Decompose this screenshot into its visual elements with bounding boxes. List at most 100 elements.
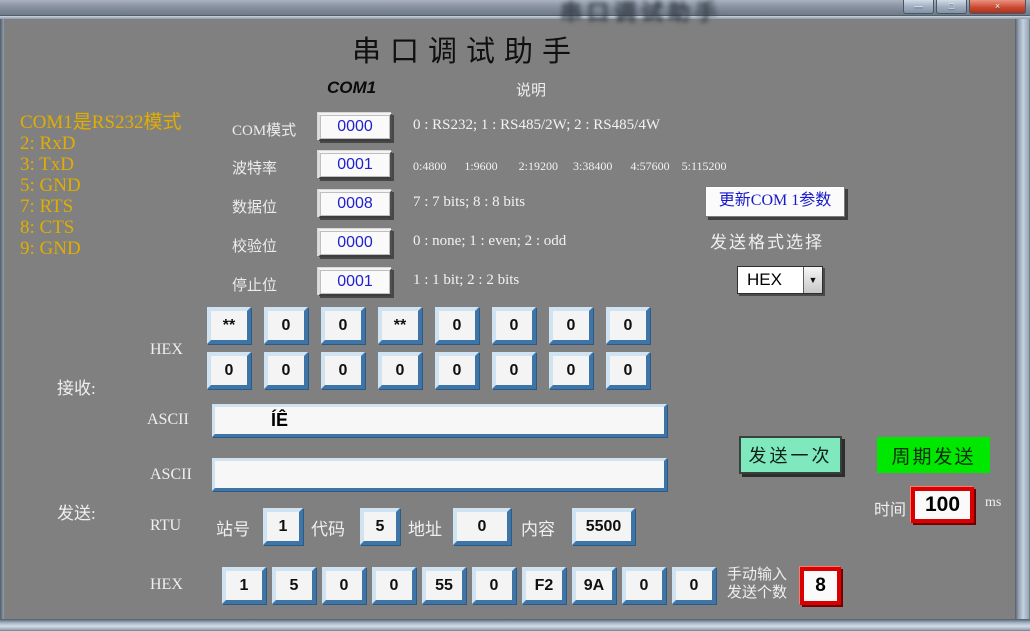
station-number-field[interactable]: 1 <box>263 508 303 545</box>
chevron-down-icon: ▼ <box>809 275 818 285</box>
send-hex-cell[interactable]: 1 <box>222 567 266 604</box>
function-code-label: 代码 <box>311 515 345 540</box>
window-border-right <box>1015 16 1030 631</box>
stop-bits-label: 停止位 <box>232 274 277 295</box>
time-label: 时间 <box>874 496 906 520</box>
receive-hex-cell: 0 <box>207 352 251 389</box>
receive-hex-cell: 0 <box>435 307 479 344</box>
parity-desc: 0 : none; 1 : even; 2 : odd <box>413 233 566 250</box>
parity-field[interactable]: 0000 <box>318 229 392 257</box>
receive-hex-cell: 0 <box>378 352 422 389</box>
manual-input-label: 手动输入 发送个数 <box>727 566 787 602</box>
com-mode-label: COM模式 <box>232 119 296 140</box>
manual-send-count-field[interactable]: 8 <box>800 567 841 605</box>
send-format-selected-value: HEX <box>738 267 803 293</box>
rtu-label: RTU <box>150 517 181 535</box>
receive-hex-cell: ** <box>378 307 422 344</box>
receive-hex-row1: ** 0 0 ** 0 0 0 0 <box>207 307 650 344</box>
titlebar-title: 串口调试助手 <box>560 0 722 27</box>
description-column-header: 说明 <box>516 79 546 100</box>
time-unit-label: ms <box>985 495 1001 511</box>
send-hex-cell[interactable]: 55 <box>422 567 466 604</box>
close-button[interactable]: × <box>969 0 1026 14</box>
data-bits-desc: 7 : 7 bits; 8 : 8 bits <box>413 194 525 211</box>
receive-hex-cell: 0 <box>606 352 650 389</box>
pinout-title: COM1是RS232模式 <box>20 112 182 133</box>
send-hex-cell[interactable]: 0 <box>622 567 666 604</box>
receive-hex-cell: 0 <box>606 307 650 344</box>
setting-row-baud-rate: 波特率 0001 0:4800 1:9600 2:19200 3:38400 4… <box>232 151 832 179</box>
receive-hex-cell: 0 <box>549 352 593 389</box>
pinout-line: 8: CTS <box>20 217 182 238</box>
send-hex-cell[interactable]: 9A <box>572 567 616 604</box>
data-bits-label: 数据位 <box>232 196 277 217</box>
pinout-line: 5: GND <box>20 175 182 196</box>
maximize-button[interactable]: □ <box>936 0 967 14</box>
receive-hex-cell: 0 <box>492 307 536 344</box>
update-com-params-button[interactable]: 更新COM 1参数 <box>705 186 845 217</box>
baud-rate-desc: 0:4800 1:9600 2:19200 3:38400 4:57600 5:… <box>413 159 727 174</box>
send-hex-cell[interactable]: 5 <box>272 567 316 604</box>
send-ascii-field[interactable] <box>212 458 667 491</box>
page-title: 串口调试助手 <box>352 28 580 70</box>
pinout-line: 7: RTS <box>20 196 182 217</box>
receive-hex-cell: 0 <box>435 352 479 389</box>
send-once-button[interactable]: 发送一次 <box>739 436 842 474</box>
station-label: 站号 <box>216 515 250 540</box>
send-hex-label: HEX <box>150 576 183 594</box>
time-interval-field[interactable]: 100 <box>911 487 974 523</box>
send-format-dropdown[interactable]: HEX ▼ <box>737 266 823 294</box>
com-mode-field[interactable]: 0000 <box>318 113 392 141</box>
dropdown-arrow-button[interactable]: ▼ <box>803 267 822 293</box>
receive-hex-row2: 0 0 0 0 0 0 0 0 <box>207 352 650 389</box>
baud-rate-label: 波特率 <box>232 157 277 178</box>
data-bits-field[interactable]: 0008 <box>318 190 392 218</box>
address-label: 地址 <box>408 515 442 540</box>
parity-label: 校验位 <box>232 235 277 256</box>
receive-hex-cell: 0 <box>264 352 308 389</box>
receive-ascii-field: ÍÊ <box>212 404 667 437</box>
send-hex-cell[interactable]: 0 <box>472 567 516 604</box>
titlebar: 串口调试助手 <box>0 0 1030 16</box>
app-window: 串口调试助手 — □ × 串口调试助手 COM1 说明 COM1是RS232模式… <box>0 0 1030 631</box>
send-hex-row: 1 5 0 0 55 0 F2 9A 0 0 <box>222 567 716 604</box>
setting-row-com-mode: COM模式 0000 0 : RS232; 1 : RS485/2W; 2 : … <box>232 113 832 141</box>
send-format-label: 发送格式选择 <box>710 228 824 253</box>
com-mode-desc: 0 : RS232; 1 : RS485/2W; 2 : RS485/4W <box>413 117 660 134</box>
manual-input-label-line2: 发送个数 <box>727 584 787 602</box>
send-hex-cell[interactable]: 0 <box>372 567 416 604</box>
function-code-field[interactable]: 5 <box>360 508 400 545</box>
content-field[interactable]: 5500 <box>572 508 635 545</box>
receive-hex-cell: 0 <box>549 307 593 344</box>
pinout-line: 3: TxD <box>20 154 182 175</box>
send-hex-cell[interactable]: 0 <box>672 567 716 604</box>
baud-rate-field[interactable]: 0001 <box>318 151 392 179</box>
receive-hex-label: HEX <box>150 341 183 359</box>
stop-bits-desc: 1 : 1 bit; 2 : 2 bits <box>413 272 519 289</box>
receive-hex-cell: ** <box>207 307 251 344</box>
client-area: 串口调试助手 COM1 说明 COM1是RS232模式 2: RxD 3: Tx… <box>0 0 1030 631</box>
window-border-bottom <box>0 619 1030 631</box>
receive-hex-cell: 0 <box>492 352 536 389</box>
receive-section-label: 接收: <box>57 374 96 399</box>
send-hex-cell[interactable]: F2 <box>522 567 566 604</box>
address-field[interactable]: 0 <box>453 508 511 545</box>
window-controls: — □ × <box>903 0 1026 14</box>
receive-ascii-label: ASCII <box>147 411 189 429</box>
minimize-button[interactable]: — <box>903 0 934 14</box>
send-ascii-label: ASCII <box>150 466 192 484</box>
maximize-icon: □ <box>949 2 954 11</box>
cycle-send-button[interactable]: 周期发送 <box>877 437 990 473</box>
com-column-header: COM1 <box>327 78 376 98</box>
content-label: 内容 <box>521 515 555 540</box>
manual-input-label-line1: 手动输入 <box>727 566 787 584</box>
minimize-icon: — <box>914 2 923 11</box>
pinout-line: 2: RxD <box>20 133 182 154</box>
window-inner-border <box>0 16 1030 19</box>
send-hex-cell[interactable]: 0 <box>322 567 366 604</box>
pinout-line: 9: GND <box>20 238 182 259</box>
pinout-info: COM1是RS232模式 2: RxD 3: TxD 5: GND 7: RTS… <box>20 112 182 259</box>
stop-bits-field[interactable]: 0001 <box>318 268 392 296</box>
send-section-label: 发送: <box>57 499 96 524</box>
window-border-left <box>0 16 4 631</box>
